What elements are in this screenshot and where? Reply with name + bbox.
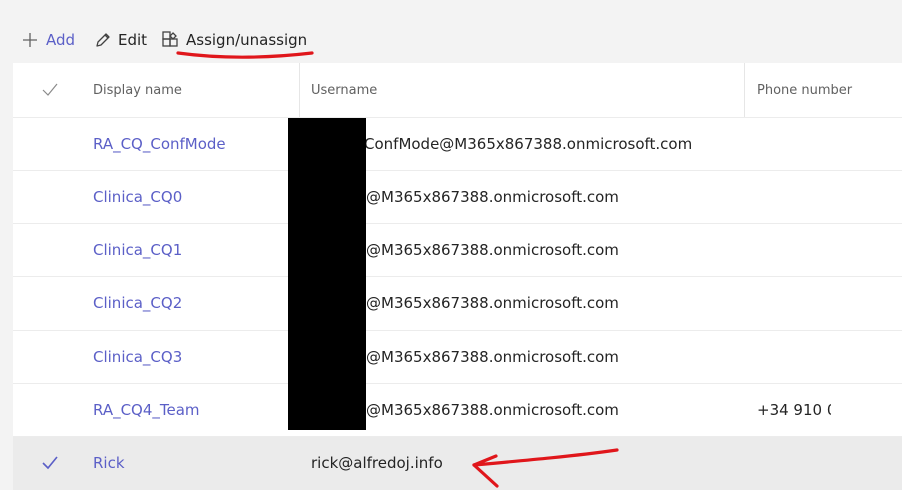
add-label: Add bbox=[46, 31, 76, 49]
table-row[interactable]: Clinica_CQ0 @M365x867388.onmicrosoft.com bbox=[13, 170, 902, 223]
redaction-box bbox=[288, 118, 366, 430]
table-row[interactable]: RA_CQ4_Team @M365x867388.onmicrosoft.com… bbox=[13, 383, 902, 436]
display-name-link[interactable]: Rick bbox=[93, 437, 125, 489]
assign-unassign-button[interactable]: Assign/unassign bbox=[160, 28, 307, 52]
row-checkbox[interactable] bbox=[40, 331, 60, 383]
row-checkbox[interactable] bbox=[40, 171, 60, 223]
toolbar: Add Edit Assign/unassign bbox=[0, 0, 902, 63]
username-cell: @M365x867388.onmicrosoft.com bbox=[366, 188, 619, 206]
row-checkbox[interactable] bbox=[40, 277, 60, 329]
phone-cell bbox=[757, 437, 831, 489]
username-cell: ConfMode@M365x867388.onmicrosoft.com bbox=[364, 135, 693, 153]
username-cell: @M365x867388.onmicrosoft.com bbox=[366, 401, 619, 419]
edit-button[interactable]: Edit bbox=[92, 28, 147, 52]
plus-icon bbox=[20, 30, 40, 50]
row-checkbox[interactable] bbox=[40, 118, 60, 170]
display-name-link[interactable]: Clinica_CQ0 bbox=[93, 171, 182, 223]
username-cell: @M365x867388.onmicrosoft.com bbox=[366, 241, 619, 259]
table-row[interactable]: Clinica_CQ1 @M365x867388.onmicrosoft.com bbox=[13, 223, 902, 276]
edit-label: Edit bbox=[118, 31, 148, 49]
column-divider[interactable] bbox=[299, 63, 300, 117]
select-all-checkbox[interactable] bbox=[40, 63, 60, 117]
grid-header: Display name Username Phone number bbox=[13, 63, 902, 117]
phone-cell bbox=[757, 331, 831, 383]
display-name-link[interactable]: Clinica_CQ2 bbox=[93, 277, 182, 329]
display-name-link[interactable]: Clinica_CQ1 bbox=[93, 224, 182, 276]
column-header-phone-number[interactable]: Phone number bbox=[757, 63, 852, 117]
username-cell: rick@alfredoj.info bbox=[311, 454, 443, 472]
table-row[interactable]: Clinica_CQ3 @M365x867388.onmicrosoft.com bbox=[13, 330, 902, 383]
row-checkbox[interactable] bbox=[40, 384, 60, 436]
assign-unassign-label: Assign/unassign bbox=[186, 31, 308, 49]
checkmark-icon bbox=[42, 456, 58, 470]
phone-cell bbox=[757, 171, 831, 223]
row-checkbox[interactable] bbox=[40, 224, 60, 276]
phone-cell bbox=[757, 277, 831, 329]
column-divider[interactable] bbox=[744, 63, 745, 117]
column-header-username[interactable]: Username bbox=[311, 63, 377, 117]
username-cell: @M365x867388.onmicrosoft.com bbox=[366, 294, 619, 312]
phone-cell bbox=[757, 118, 831, 170]
add-button[interactable]: Add bbox=[20, 28, 75, 52]
phone-cell: +34 910 00 bbox=[757, 401, 831, 419]
pencil-icon bbox=[92, 30, 112, 50]
display-name-link[interactable]: RA_CQ_ConfMode bbox=[93, 118, 226, 170]
phone-cell bbox=[757, 224, 831, 276]
user-grid: Display name Username Phone number RA_CQ… bbox=[13, 63, 902, 490]
table-row[interactable]: RA_CQ_ConfMode ConfMode@M365x867388.onmi… bbox=[13, 117, 902, 170]
username-cell: @M365x867388.onmicrosoft.com bbox=[366, 348, 619, 366]
assign-icon bbox=[160, 30, 180, 50]
checkmark-icon bbox=[42, 83, 58, 96]
display-name-link[interactable]: Clinica_CQ3 bbox=[93, 331, 182, 383]
row-checkbox-checked[interactable] bbox=[40, 437, 60, 489]
table-row-selected[interactable]: Rick rick@alfredoj.info bbox=[13, 436, 902, 490]
column-header-display-name[interactable]: Display name bbox=[93, 63, 182, 117]
table-row[interactable]: Clinica_CQ2 @M365x867388.onmicrosoft.com bbox=[13, 276, 902, 329]
display-name-link[interactable]: RA_CQ4_Team bbox=[93, 384, 200, 436]
